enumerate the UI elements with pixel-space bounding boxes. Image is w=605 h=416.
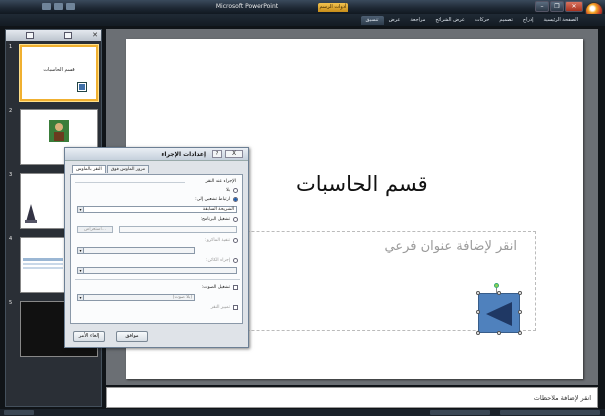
tab-insert[interactable]: إدراج [518,16,539,25]
resize-handle[interactable] [497,291,501,295]
sound-select[interactable]: ▾ [بلا صوت] [77,294,195,301]
action-settings-dialog: إعدادات الإجراء ? X النقر بالماوس مرور ا… [64,147,249,348]
status-bar [0,409,605,416]
play-sound-label: تشغيل الصوت: [201,285,230,290]
highlight-click-label: تمييز النقر [210,305,230,310]
dialog-tabs: النقر بالماوس مرور الماوس فوق [72,165,150,173]
notes-placeholder: انقر لإضافة ملاحظات [533,394,591,402]
thumbnail-row: 1 قسم الحاسبات [6,43,101,103]
chevron-down-icon: ▾ [78,295,84,300]
none-label: بلا [226,188,230,193]
ribbon-tabs: الصفحة الرئيسية إدراج تصميم حركات عرض ال… [360,16,584,25]
ok-button[interactable]: موافق [116,331,148,342]
tab-animations[interactable]: حركات [470,16,494,25]
thumbnail-title: قسم الحاسبات [43,67,75,73]
run-program-label: تشغيل البرنامج: [200,217,230,222]
dialog-title: إعدادات الإجراء [161,151,206,158]
resize-handle[interactable] [497,331,501,335]
help-button[interactable]: ? [212,150,222,158]
tab-design[interactable]: تصميم [494,16,517,25]
dialog-body: الإجراء عند النقر بلا ارتباط تشعبي إلى: … [70,174,243,324]
resize-handle[interactable] [476,331,480,335]
tab-mouse-over[interactable]: مرور الماوس فوق [106,165,150,173]
status-slide-info [4,410,34,415]
hyperlink-radio[interactable] [233,197,238,202]
close-button[interactable]: ✕ [565,1,583,12]
drawing-tools-contextual-tab[interactable]: أدوات الرسم [318,3,348,12]
run-macro-label: تنفيذ الماكرو: [205,238,230,243]
hyperlink-select[interactable]: ▾ الشريحة السابقة [77,206,237,213]
hyperlink-label: ارتباط تشعبي إلى: [195,197,230,202]
slide-number: 4 [9,236,13,242]
sound-value: [بلا صوت] [172,295,192,300]
action-button-shape[interactable] [476,291,522,335]
back-arrow-icon [486,302,512,326]
tab-review[interactable]: مراجعة [405,16,430,25]
separator [75,279,240,280]
panel-tabs: ✕ [6,30,101,41]
hyperlink-value: الشريحة السابقة [202,207,234,212]
section-title: الإجراء عند النقر [205,179,236,184]
resize-handle[interactable] [518,331,522,335]
slide-number: 5 [9,300,13,306]
dialog-close-button[interactable]: X [225,150,243,158]
subtitle-placeholder: انقر لإضافة عنوان فرعي [384,239,517,254]
run-program-radio[interactable] [233,217,238,222]
notes-pane[interactable]: انقر لإضافة ملاحظات [106,387,598,408]
ribbon: الصفحة الرئيسية إدراج تصميم حركات عرض ال… [0,14,605,26]
play-sound-checkbox[interactable] [233,285,238,290]
none-radio[interactable] [233,188,238,193]
slide-number: 3 [9,172,13,178]
minimize-button[interactable]: – [535,1,549,12]
object-action-label: إجراء الكائن: [206,258,230,263]
window-controls: – ❐ ✕ [535,1,583,12]
action-button-thumbnail [77,82,87,92]
tab-home[interactable]: الصفحة الرئيسية [539,16,584,25]
chevron-down-icon: ▾ [78,268,84,273]
resize-handle[interactable] [476,291,480,295]
highlight-click-checkbox[interactable] [233,305,238,310]
resize-handle[interactable] [518,291,522,295]
resize-handle[interactable] [476,310,480,314]
tab-view[interactable]: عرض [384,16,406,25]
tab-format[interactable]: تنسيق [360,16,384,25]
chevron-down-icon: ▾ [78,207,84,212]
rotation-handle[interactable] [494,283,499,288]
save-icon[interactable] [42,3,51,10]
dialog-titlebar[interactable]: إعدادات الإجراء ? X [65,148,248,161]
quick-access-toolbar [42,3,92,11]
program-path-input[interactable] [119,226,237,233]
object-action-select[interactable]: ▾ [77,267,237,274]
redo-icon[interactable] [66,3,75,10]
object-action-radio[interactable] [233,258,238,263]
macro-select[interactable]: ▾ [77,247,195,254]
undo-icon[interactable] [54,3,63,10]
chevron-down-icon: ▾ [78,248,84,253]
tab-mouse-click[interactable]: النقر بالماوس [72,165,106,173]
cancel-button[interactable]: إلغاء الأمر [73,331,105,342]
tab-slide-show[interactable]: عرض الشرائح [430,16,470,25]
window-title: Microsoft PowerPoint [215,3,279,10]
close-icon[interactable]: ✕ [92,31,98,39]
browse-button[interactable]: استعراض... [77,226,113,233]
slide-number: 1 [9,44,13,50]
title-bar: Microsoft PowerPoint أدوات الرسم – ❐ ✕ [0,0,605,20]
outline-tab-icon[interactable] [64,32,72,39]
slide-number: 2 [9,108,13,114]
resize-handle[interactable] [518,310,522,314]
view-buttons[interactable] [430,410,490,415]
slides-tab-icon[interactable] [26,32,34,39]
restore-button[interactable]: ❐ [550,1,564,12]
separator [75,182,185,183]
slide-title[interactable]: قسم الحاسبات [296,172,428,196]
zoom-slider[interactable] [500,410,600,415]
run-macro-radio[interactable] [233,238,238,243]
slide-thumbnail-1[interactable]: قسم الحاسبات [20,45,98,101]
